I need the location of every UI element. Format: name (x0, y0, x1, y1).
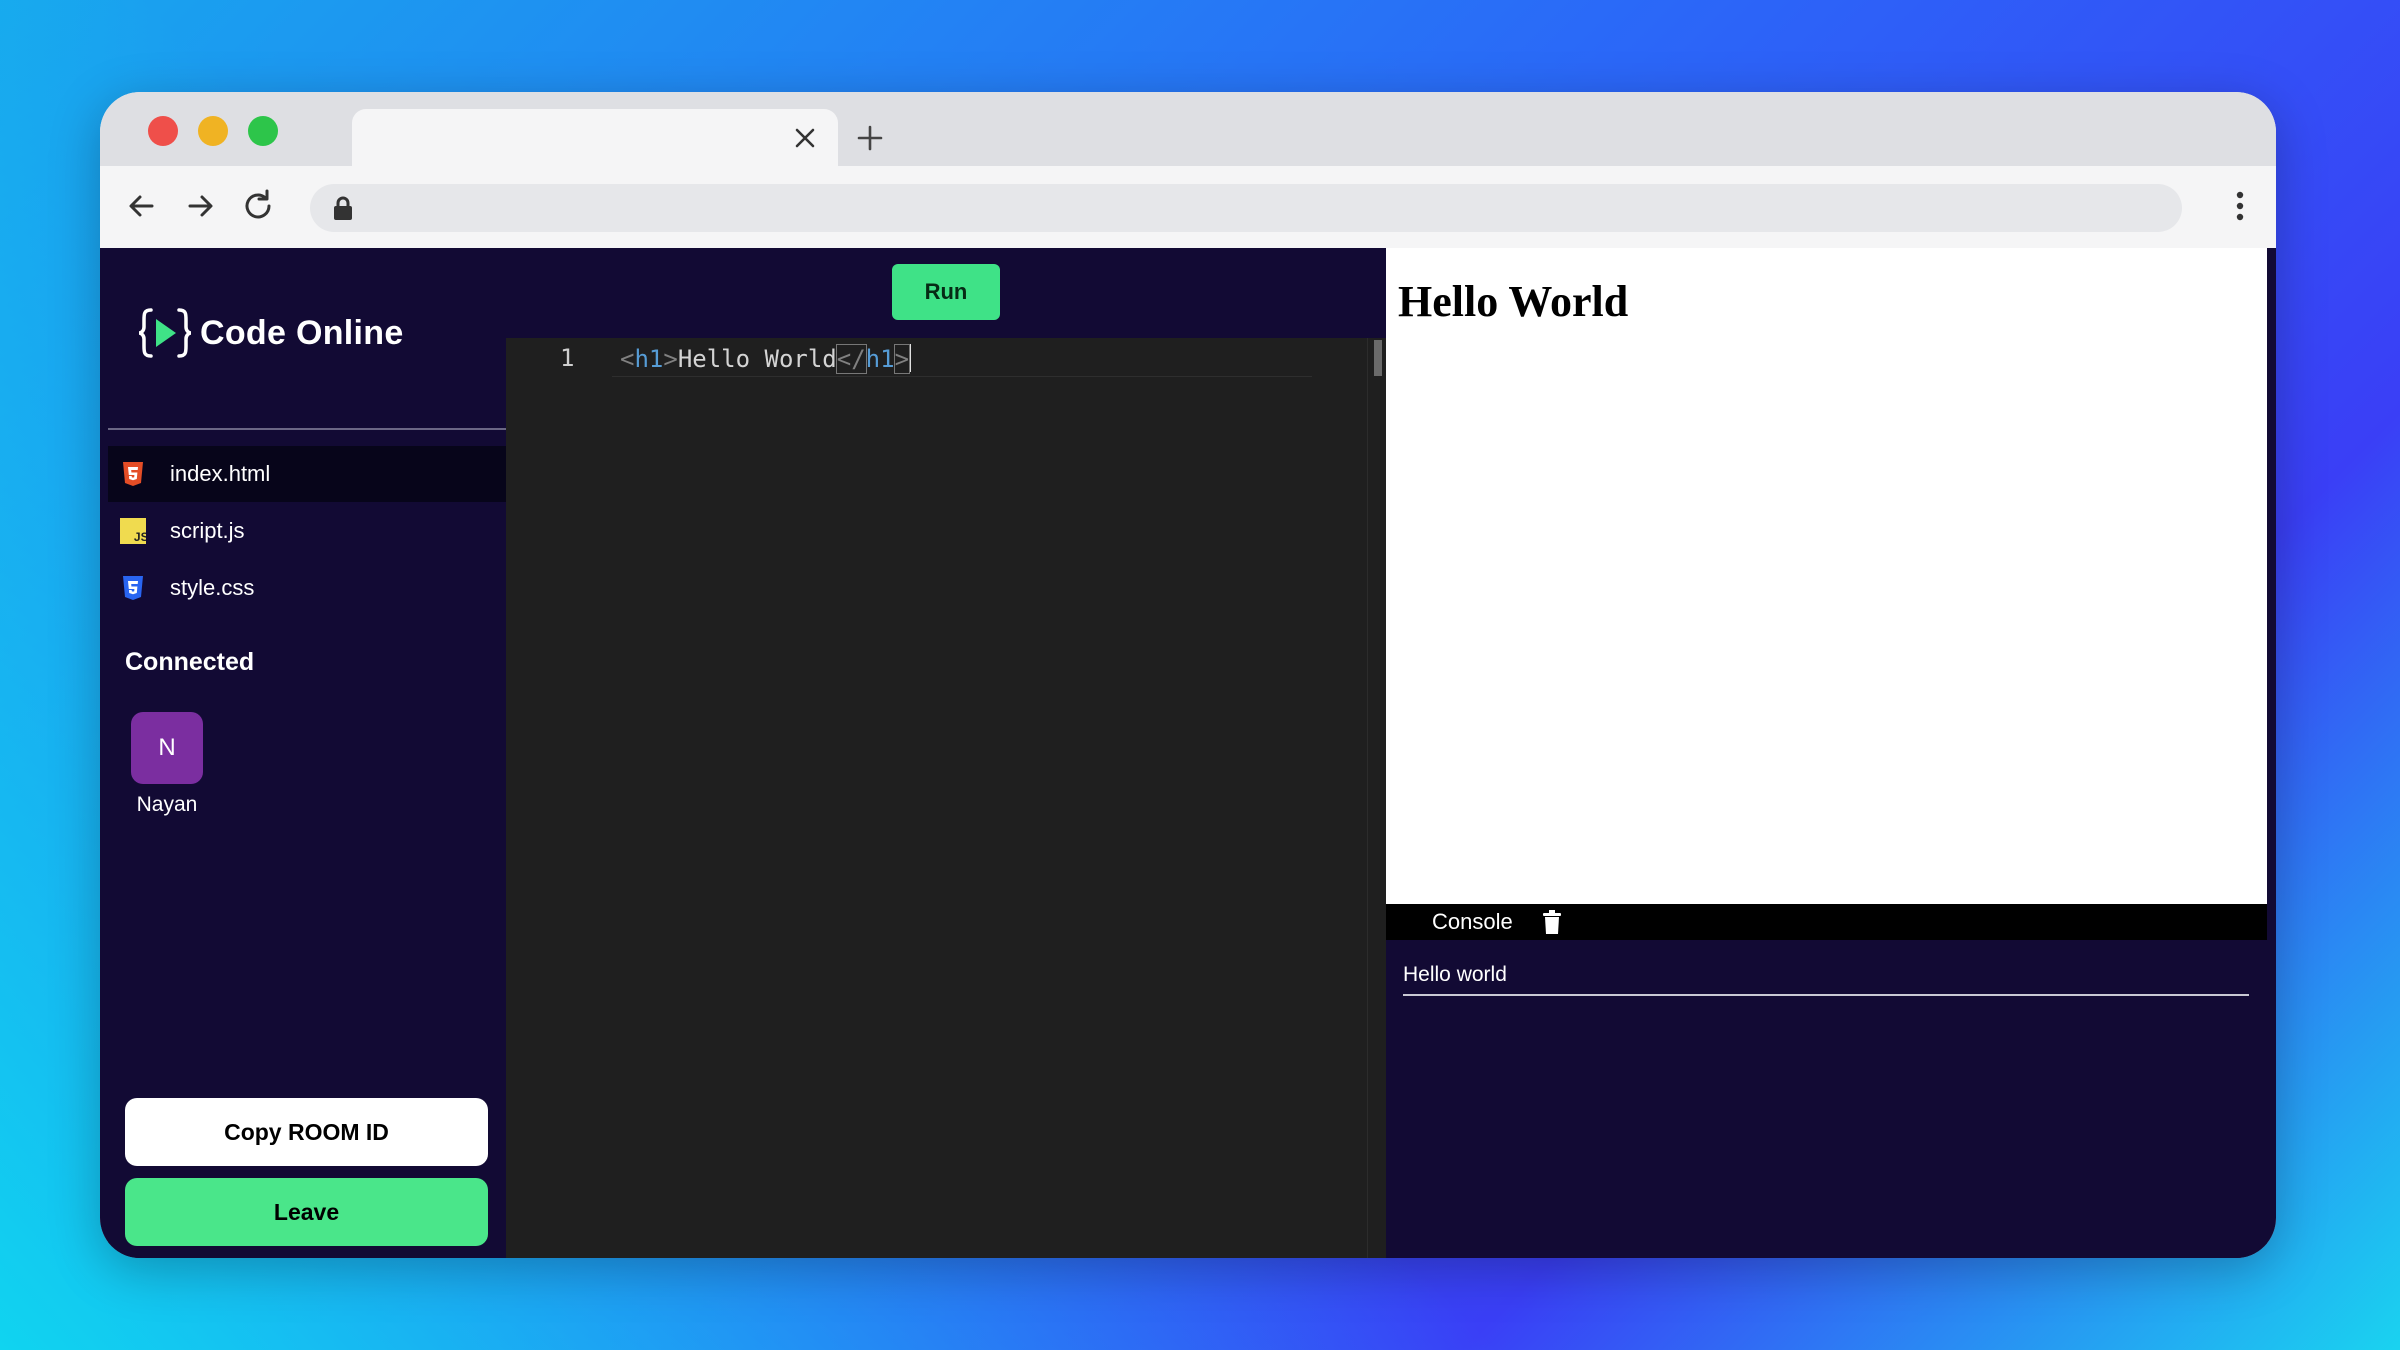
token-close-gt: > (893, 344, 911, 374)
code-editor[interactable]: 1 <h1>Hello World</h1> (506, 338, 1386, 1258)
logo-icon (138, 308, 192, 358)
back-icon[interactable] (122, 186, 162, 226)
logo-text: Code Online (200, 313, 404, 352)
maximize-window-button[interactable] (248, 116, 278, 146)
html5-icon (120, 461, 146, 487)
menu-icon[interactable] (2230, 186, 2250, 226)
browser-window: Code Online index.html JS (100, 92, 2276, 1258)
browser-tab[interactable] (352, 109, 838, 169)
code-online-app: Code Online index.html JS (100, 248, 2276, 1258)
sidebar: Code Online index.html JS (108, 248, 506, 1258)
browser-toolbar (100, 166, 2276, 248)
address-bar[interactable] (310, 184, 2182, 232)
line-number: 1 (560, 344, 575, 372)
reload-icon[interactable] (238, 186, 278, 226)
close-icon[interactable] (790, 123, 820, 153)
preview-heading: Hello World (1398, 277, 1629, 326)
file-name: style.css (170, 575, 255, 600)
trash-icon[interactable] (1541, 910, 1563, 934)
file-item-index-html[interactable]: index.html (108, 446, 506, 502)
svg-text:JS: JS (134, 530, 146, 544)
file-name: script.js (170, 518, 245, 543)
console-output: Hello world (1386, 940, 2267, 1258)
avatar: N (131, 712, 203, 784)
code-line[interactable]: <h1>Hello World</h1> (620, 344, 912, 374)
token-close-lt: </ (835, 344, 867, 374)
token-open-tag: h1 (634, 345, 664, 373)
text-cursor (909, 344, 912, 372)
logo: Code Online (138, 306, 404, 360)
editor-scrollbar[interactable] (1367, 338, 1386, 1258)
css3-icon (120, 575, 146, 601)
preview-pane: Hello World (1386, 248, 2267, 904)
console-header: Console (1386, 904, 2267, 940)
token-open-lt: < (620, 345, 635, 373)
new-tab-icon[interactable] (852, 120, 888, 156)
console-label: Console (1432, 909, 1513, 934)
token-open-gt: > (663, 345, 678, 373)
javascript-icon: JS (120, 518, 146, 544)
sidebar-divider (108, 428, 506, 430)
lock-icon (334, 196, 352, 220)
scrollbar-thumb[interactable] (1374, 340, 1382, 376)
file-item-script-js[interactable]: JS script.js (108, 503, 506, 559)
tab-strip (100, 92, 2276, 169)
console-log-line: Hello world (1403, 960, 2249, 996)
file-name: index.html (170, 461, 271, 486)
token-text: Hello World (677, 345, 837, 373)
file-item-style-css[interactable]: style.css (108, 560, 506, 616)
avatar-name: Nayan (136, 793, 198, 816)
minimize-window-button[interactable] (198, 116, 228, 146)
close-window-button[interactable] (148, 116, 178, 146)
token-close-tag: h1 (865, 345, 895, 373)
leave-button[interactable]: Leave (125, 1178, 488, 1246)
forward-icon[interactable] (180, 186, 220, 226)
run-button[interactable]: Run (892, 264, 1000, 320)
copy-room-id-button[interactable]: Copy ROOM ID (125, 1098, 488, 1166)
connected-heading: Connected (125, 648, 255, 676)
